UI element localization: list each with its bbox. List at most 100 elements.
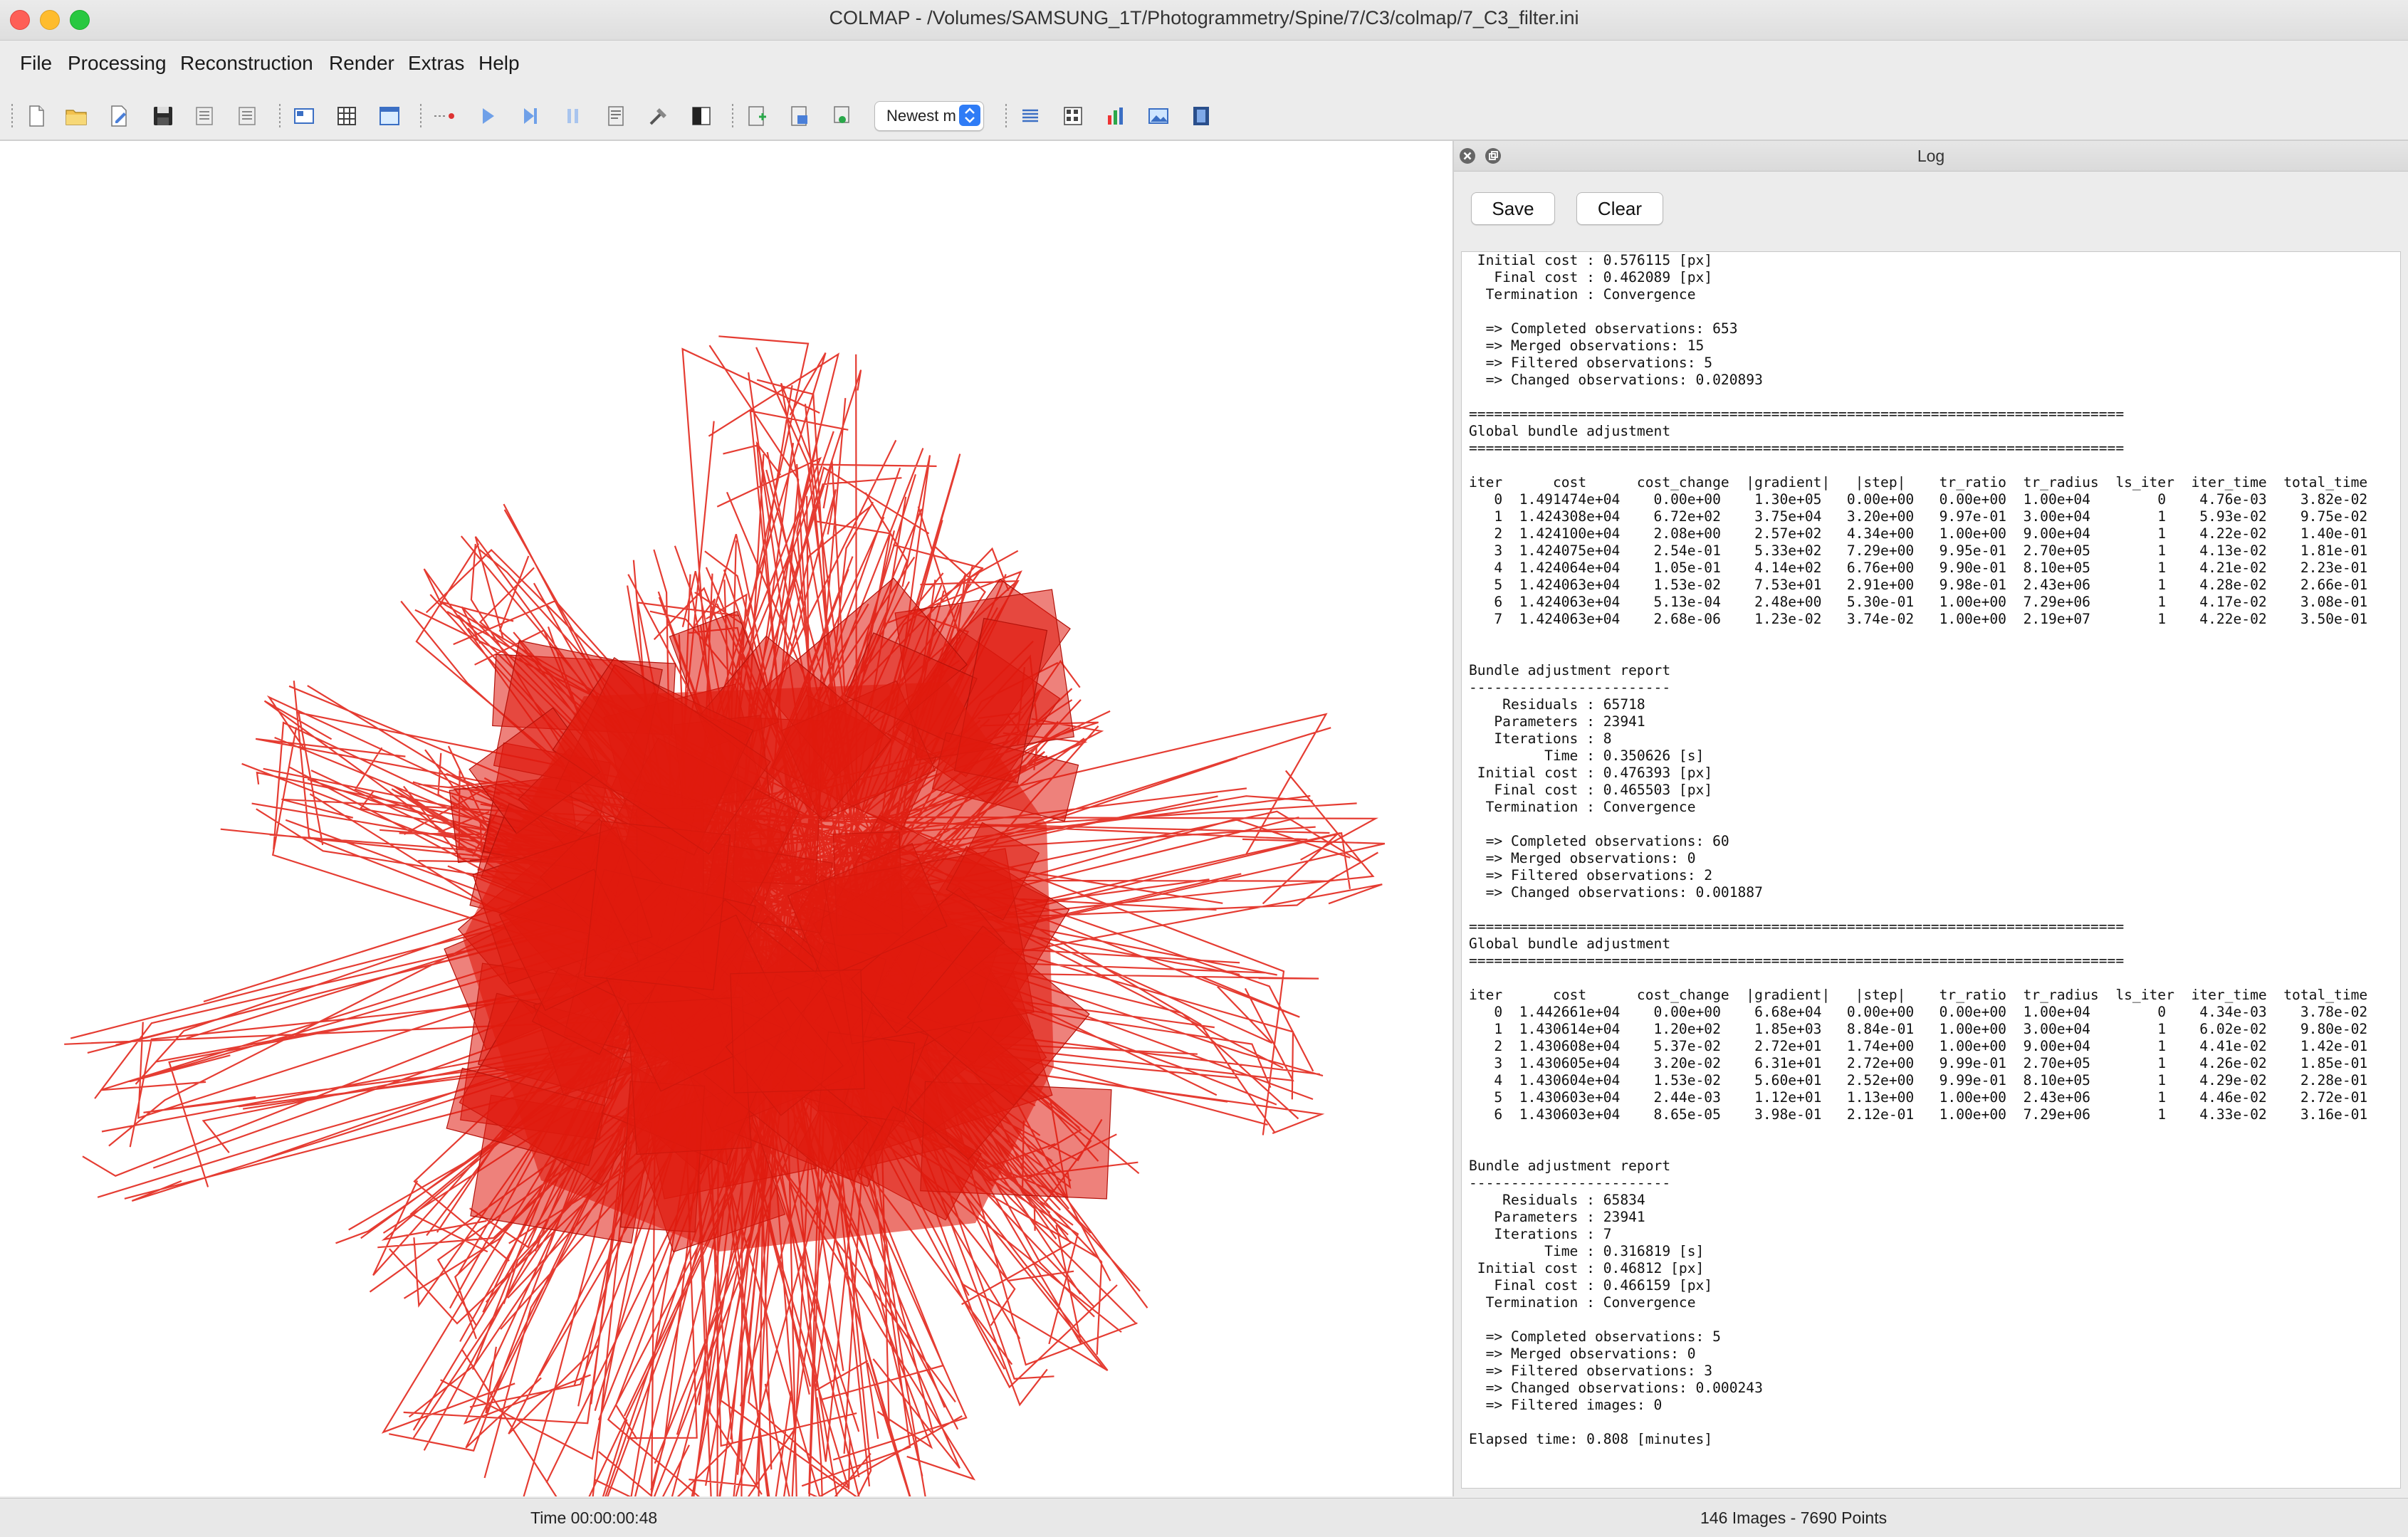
point-cloud-render[interactable] [0, 141, 1452, 1496]
log-header: Log [1454, 141, 2408, 172]
log-line: 1 1.424308e+04 6.72e+02 3.75e+04 3.20e+0… [1494, 508, 2368, 525]
log-line: ========================================… [1469, 953, 2125, 969]
toolbar-separator [1005, 104, 1007, 128]
log-line: 7 1.424063e+04 2.68e-06 1.23e-02 3.74e-0… [1494, 611, 2368, 627]
model-viewer[interactable] [0, 141, 1454, 1496]
log-line: Initial cost : 0.476393 [px] [1477, 765, 1713, 781]
log-line: Elapsed time: 0.808 [minutes] [1469, 1431, 1713, 1447]
play-icon[interactable] [476, 104, 500, 128]
log-line: => Changed observations: 0.001887 [1485, 884, 1763, 901]
log-line: => Merged observations: 0 [1485, 1345, 1696, 1362]
edit-project-icon[interactable] [107, 104, 131, 128]
log-line: 4 1.430604e+04 1.53e-02 5.60e+01 2.52e+0… [1494, 1072, 2368, 1089]
image-view-icon[interactable] [377, 104, 402, 128]
log-line: Termination : Convergence [1485, 1294, 1696, 1311]
log-line: Initial cost : 0.576115 [px] [1477, 252, 1713, 268]
log-line: => Completed observations: 60 [1485, 833, 1729, 849]
dense-camera-cluster [463, 682, 1054, 1252]
log-line: Time : 0.350626 [s] [1544, 747, 1705, 764]
log-line: ------------------------ [1469, 679, 1671, 696]
log-line: 2 1.430608e+04 5.37e-02 2.72e+01 1.74e+0… [1494, 1038, 2368, 1054]
menu-file[interactable]: File [20, 52, 52, 75]
menu-render[interactable]: Render [329, 52, 394, 75]
screenshot-icon[interactable] [830, 104, 854, 128]
log-line: Residuals : 65718 [1502, 696, 1645, 713]
step-forward-icon[interactable] [518, 104, 543, 128]
clear-button[interactable]: Clear [1576, 192, 1663, 225]
log-panel: Log Save Clear Initial cost : 0.576115 [… [1454, 141, 2408, 1496]
image-icon[interactable] [1146, 104, 1171, 128]
log-line: => Completed observations: 653 [1485, 320, 1738, 337]
database-icon[interactable] [292, 104, 316, 128]
menu-extras[interactable]: Extras [408, 52, 464, 75]
menu-help[interactable]: Help [478, 52, 520, 75]
log-line: Termination : Convergence [1485, 286, 1696, 303]
log-line: Time : 0.316819 [s] [1544, 1243, 1705, 1259]
log-line: Final cost : 0.466159 [px] [1494, 1277, 1713, 1294]
reconstruction-summary-label: 146 Images - 7690 Points [1700, 1509, 1888, 1527]
log-line: Iterations : 8 [1494, 730, 1612, 747]
menu-processing[interactable]: Processing [68, 52, 167, 75]
log-line: ========================================… [1469, 918, 2125, 935]
reconstruction-select[interactable]: Newest m [874, 101, 984, 131]
log-line: => Merged observations: 15 [1485, 337, 1705, 354]
elapsed-time-label: Time 00:00:00:48 [530, 1509, 658, 1527]
log-line: => Filtered observations: 2 [1485, 867, 1713, 883]
save-project-icon[interactable] [151, 104, 175, 128]
log-line: Initial cost : 0.46812 [px] [1477, 1260, 1705, 1276]
log-line: iter cost cost_change |gradient| |step| … [1469, 987, 2368, 1003]
log-line: ========================================… [1469, 440, 2125, 456]
film-icon[interactable] [1189, 104, 1213, 128]
log-line: 4 1.424064e+04 1.05e-01 4.14e+02 6.76e+0… [1494, 560, 2368, 576]
menu-reconstruction[interactable]: Reconstruction [180, 52, 313, 75]
log-line: 5 1.430603e+04 2.44e-03 1.12e+01 1.13e+0… [1494, 1089, 2368, 1106]
bundle-adjustment-icon[interactable] [689, 104, 713, 128]
menu-bar: File Processing Reconstruction Render Ex… [0, 41, 2408, 93]
pause-icon[interactable] [561, 104, 585, 128]
chart-icon[interactable] [1104, 104, 1128, 128]
log-line: Parameters : 23941 [1494, 713, 1645, 730]
log-line: Final cost : 0.465503 [px] [1494, 782, 1713, 798]
log-line: => Filtered observations: 5 [1485, 355, 1713, 371]
reconstruction-select-value: Newest m [886, 107, 956, 125]
grid-icon[interactable] [335, 104, 359, 128]
render-options-icon[interactable] [787, 104, 812, 128]
log-line: 2 1.424100e+04 2.08e+00 2.57e+02 4.34e+0… [1494, 525, 2368, 542]
log-line: Global bundle adjustment [1469, 423, 1671, 439]
reconstruction-options-icon[interactable] [604, 104, 628, 128]
log-line: 5 1.424063e+04 1.53e-02 7.53e+01 2.91e+0… [1494, 577, 2368, 593]
log-line: 3 1.430605e+04 3.20e-02 6.31e+01 2.72e+0… [1494, 1055, 2368, 1071]
save-button[interactable]: Save [1471, 192, 1555, 225]
log-line: => Completed observations: 5 [1485, 1328, 1721, 1345]
new-project-icon[interactable] [24, 104, 48, 128]
add-image-icon[interactable] [745, 104, 769, 128]
tools-icon[interactable] [647, 104, 671, 128]
open-project-icon[interactable] [64, 104, 88, 128]
log-title: Log [1917, 147, 1945, 165]
log-icon[interactable] [1018, 104, 1042, 128]
log-line: 3 1.424075e+04 2.54e-01 5.33e+02 7.29e+0… [1494, 542, 2368, 559]
toolbar-separator [732, 104, 733, 128]
import-model-icon[interactable] [192, 104, 216, 128]
window-titlebar: COLMAP - /Volumes/SAMSUNG_1T/Photogramme… [0, 0, 2408, 41]
toolbar-separator [420, 104, 422, 128]
camera-planes [444, 577, 1112, 1253]
log-line: 0 1.491474e+04 0.00e+00 1.30e+05 0.00e+0… [1494, 491, 2368, 508]
export-model-icon[interactable] [235, 104, 259, 128]
log-line: ========================================… [1469, 406, 2125, 422]
log-line: Parameters : 23941 [1494, 1209, 1645, 1225]
log-line: => Filtered images: 0 [1485, 1397, 1663, 1413]
log-line: Final cost : 0.462089 [px] [1494, 269, 1713, 285]
log-line: 1 1.430614e+04 1.20e+02 1.85e+03 8.84e-0… [1494, 1021, 2368, 1037]
log-line: Iterations : 7 [1494, 1226, 1612, 1242]
match-matrix-icon[interactable] [1061, 104, 1085, 128]
log-line: => Filtered observations: 3 [1485, 1363, 1713, 1379]
log-line: => Changed observations: 0.000243 [1485, 1380, 1763, 1396]
log-line: Bundle adjustment report [1469, 662, 1671, 678]
chevron-up-down-icon [959, 105, 980, 126]
log-line: iter cost cost_change |gradient| |step| … [1469, 474, 2368, 491]
feature-matching-icon[interactable] [433, 104, 457, 128]
log-line: Global bundle adjustment [1469, 935, 1671, 952]
log-output[interactable]: Initial cost : 0.576115 [px] Final cost … [1461, 251, 2401, 1489]
log-line: ------------------------ [1469, 1175, 1671, 1191]
